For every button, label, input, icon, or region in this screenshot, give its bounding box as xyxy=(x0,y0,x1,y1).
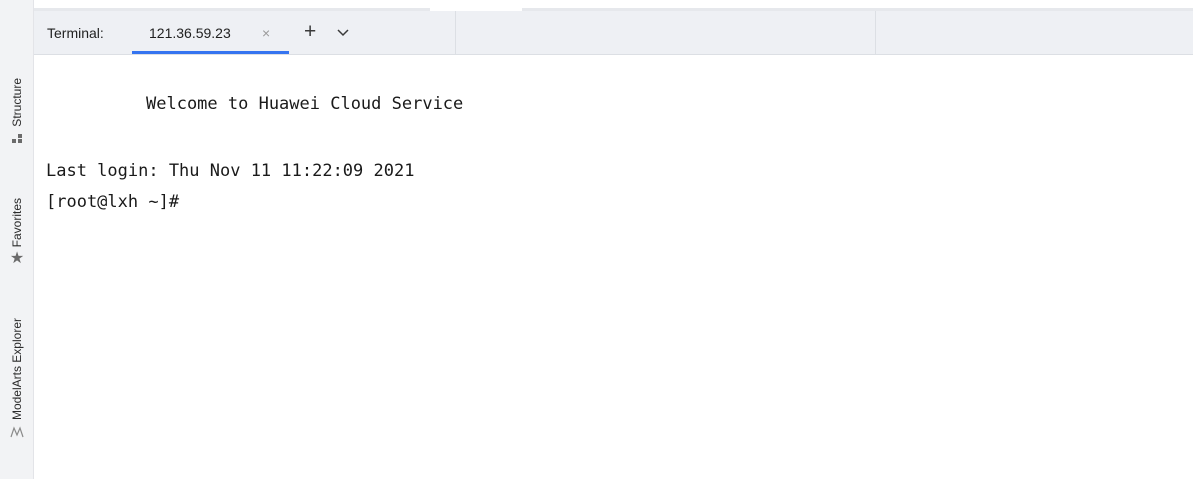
add-terminal-button[interactable]: + xyxy=(304,20,316,44)
sidebar-tab-favorites[interactable]: Favorites ★ xyxy=(0,198,34,268)
terminal-output[interactable]: Welcome to Huawei Cloud Service Last log… xyxy=(46,55,1186,475)
terminal-tab-label: 121.36.59.23 xyxy=(149,25,231,41)
tabbar-divider xyxy=(455,11,456,54)
structure-icon xyxy=(12,133,22,143)
sidebar-tab-label: Favorites xyxy=(10,198,24,248)
sidebar-tab-label: Structure xyxy=(10,78,24,127)
left-tool-strip: Structure Favorites ★ ModelArts Explorer xyxy=(0,0,34,479)
terminal-tab[interactable]: 121.36.59.23 × xyxy=(132,11,289,54)
modelarts-icon xyxy=(10,426,24,438)
sidebar-tab-structure[interactable]: Structure xyxy=(0,78,34,145)
sidebar-tab-label: ModelArts Explorer xyxy=(10,318,24,421)
terminal-tab-bar: Terminal: 121.36.59.23 × + xyxy=(34,11,1193,55)
terminal-line-welcome: Welcome to Huawei Cloud Service xyxy=(146,94,464,114)
terminal-line-last-login: Last login: Thu Nov 11 11:22:09 2021 xyxy=(46,161,415,181)
close-icon[interactable]: × xyxy=(262,25,270,41)
sidebar-tab-modelarts-explorer[interactable]: ModelArts Explorer xyxy=(0,318,34,438)
tabbar-divider xyxy=(875,11,876,54)
terminal-prompt[interactable]: [root@lxh ~]# xyxy=(46,192,179,212)
top-strip xyxy=(0,0,1193,11)
terminal-title: Terminal: xyxy=(47,25,104,41)
ide-window: Structure Favorites ★ ModelArts Explorer… xyxy=(0,0,1193,479)
star-icon: ★ xyxy=(9,250,25,268)
chevron-down-icon[interactable] xyxy=(335,24,351,40)
